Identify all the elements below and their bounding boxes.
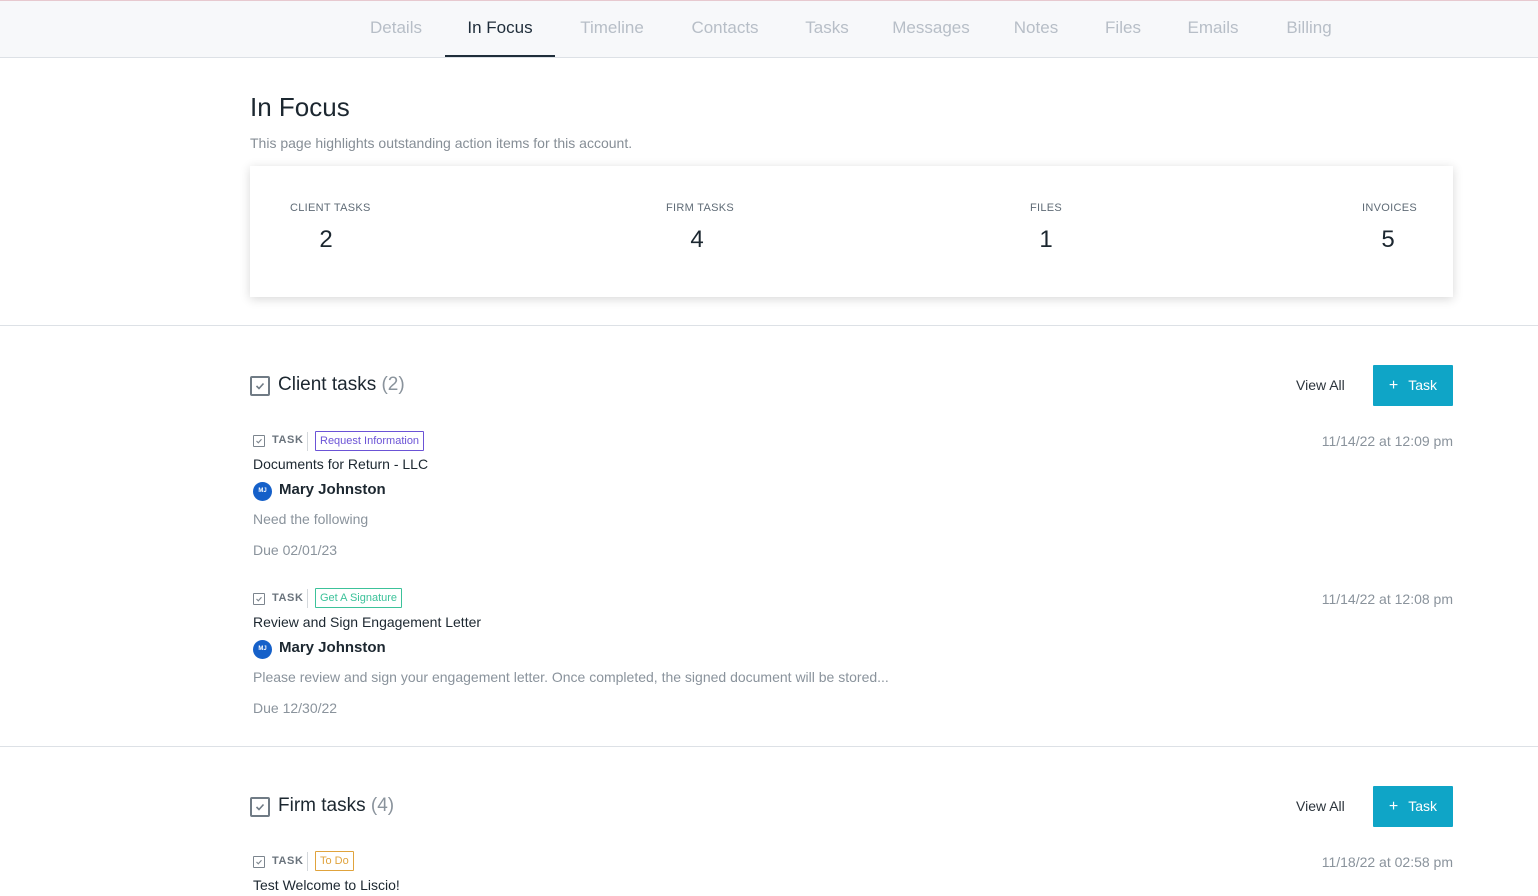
button-label: Task: [1408, 798, 1438, 814]
task-type-label: TASK: [272, 434, 304, 446]
task-tag-badge: To Do: [315, 851, 354, 871]
task-assignee: Mary Johnston: [279, 481, 386, 498]
task-type-label: TASK: [272, 855, 304, 867]
tab-in-focus[interactable]: In Focus: [445, 1, 555, 57]
tab-bar: Details In Focus Timeline Contacts Tasks…: [0, 1, 1538, 58]
task-title[interactable]: Review and Sign Engagement Letter: [253, 614, 481, 630]
task-date: 11/14/22 at 12:09 pm: [1321, 433, 1453, 449]
client-tasks-view-all-link[interactable]: View All: [1296, 377, 1345, 393]
stat-firm-tasks[interactable]: FIRM TASKS 4: [666, 202, 734, 254]
stat-value: 1: [1039, 226, 1053, 253]
tab-contacts[interactable]: Contacts: [675, 1, 775, 57]
stat-label: INVOICES: [1362, 202, 1417, 214]
divider: [0, 325, 1538, 326]
tab-details[interactable]: Details: [346, 1, 446, 57]
checkbox-icon: [250, 797, 270, 817]
task-title[interactable]: Documents for Return - LLC: [253, 456, 428, 472]
tab-notes[interactable]: Notes: [996, 1, 1076, 57]
stat-value: 5: [1381, 226, 1395, 253]
plus-icon: +: [1388, 798, 1399, 815]
task-checkbox-icon[interactable]: [253, 856, 265, 868]
stat-invoices[interactable]: INVOICES 5: [1362, 202, 1417, 254]
task-assignee: Mary Johnston: [279, 639, 386, 656]
tab-billing[interactable]: Billing: [1274, 1, 1344, 57]
stat-label: FIRM TASKS: [666, 202, 734, 214]
tab-files[interactable]: Files: [1088, 1, 1158, 57]
divider: [0, 746, 1538, 747]
tab-timeline[interactable]: Timeline: [562, 1, 662, 57]
task-date: 11/18/22 at 02:58 pm: [1321, 854, 1453, 870]
task-description: Need the following: [253, 511, 369, 527]
task-due-date: Due 12/30/22: [253, 700, 338, 716]
tab-messages[interactable]: Messages: [881, 1, 981, 57]
section-count: (4): [370, 795, 395, 816]
separator: [307, 432, 308, 451]
plus-icon: +: [1388, 377, 1399, 394]
tab-emails[interactable]: Emails: [1178, 1, 1248, 57]
firm-tasks-view-all-link[interactable]: View All: [1296, 798, 1345, 814]
page-description: This page highlights outstanding action …: [250, 135, 633, 151]
task-checkbox-icon[interactable]: [253, 435, 265, 447]
page-title: In Focus: [250, 92, 350, 122]
firm-tasks-heading: Firm tasks (4): [278, 795, 394, 817]
avatar: MJ: [253, 482, 272, 501]
checkbox-icon: [250, 376, 270, 396]
summary-card: CLIENT TASKS 2 FIRM TASKS 4 FILES 1 INVO…: [250, 166, 1453, 297]
avatar: MJ: [253, 640, 272, 659]
stat-label: CLIENT TASKS: [290, 202, 371, 214]
add-firm-task-button[interactable]: + Task: [1373, 786, 1453, 827]
client-tasks-heading: Client tasks (2): [278, 374, 405, 396]
stat-value: 2: [319, 226, 333, 253]
task-date: 11/14/22 at 12:08 pm: [1321, 591, 1453, 607]
task-tag-badge: Get A Signature: [315, 588, 403, 608]
section-count: (2): [381, 374, 405, 395]
separator: [307, 852, 308, 871]
task-type-label: TASK: [272, 592, 304, 604]
button-label: Task: [1408, 377, 1438, 393]
tab-tasks[interactable]: Tasks: [787, 1, 867, 57]
stat-client-tasks[interactable]: CLIENT TASKS 2: [290, 202, 371, 254]
task-checkbox-icon[interactable]: [253, 593, 265, 605]
task-tag-badge: Request Information: [315, 431, 425, 451]
section-title-text: Firm tasks: [278, 795, 366, 816]
stat-label: FILES: [1029, 202, 1063, 214]
separator: [307, 589, 308, 608]
stat-files[interactable]: FILES 1: [1026, 202, 1066, 254]
task-title[interactable]: Test Welcome to Liscio!: [253, 877, 400, 893]
add-client-task-button[interactable]: + Task: [1373, 365, 1453, 406]
task-due-date: Due 02/01/23: [253, 542, 338, 558]
section-title-text: Client tasks: [278, 374, 377, 395]
task-description: Please review and sign your engagement l…: [253, 669, 889, 685]
stat-value: 4: [690, 226, 704, 253]
